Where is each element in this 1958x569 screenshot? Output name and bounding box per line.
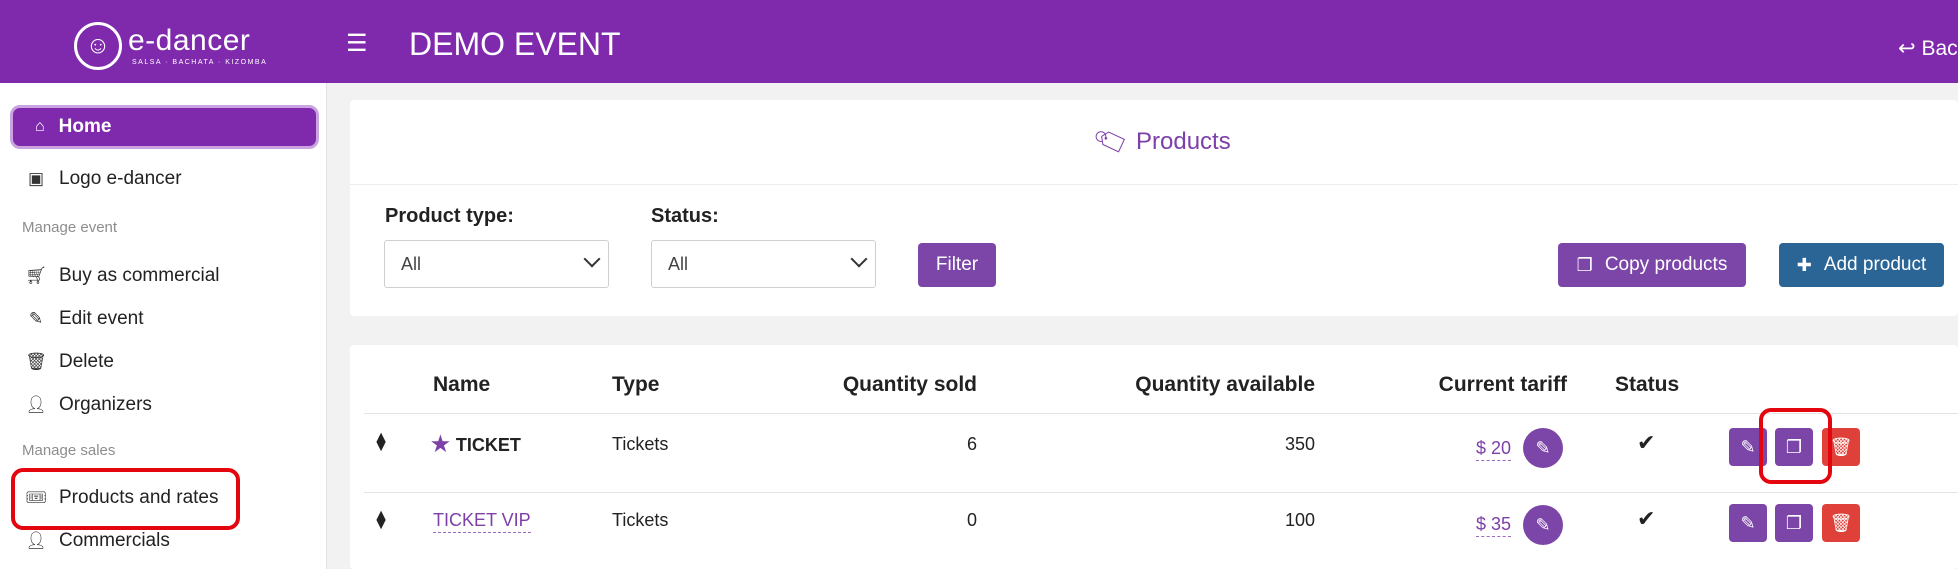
chevron-down-icon [583,250,601,268]
back-button[interactable]: ↩ Bac [1898,36,1958,61]
column-header-current-tariff[interactable]: Current tariff [1400,373,1567,397]
top-bar: ☺ e-dancer SALSA · BACHATA · KIZOMBA ☰ D… [0,0,1958,83]
pencil-icon: ✎ [28,309,44,328]
current-tariff[interactable]: $ 20 [1476,438,1512,461]
status-label: Status: [651,205,719,227]
products-title: Products [1136,127,1231,155]
ticket-icon: 🏷︎ [1090,121,1132,161]
copy-icon: ❐ [1576,254,1593,275]
edit-tariff-button[interactable]: ✎ [1523,428,1563,468]
logo-mark-icon: ☺ [74,22,122,70]
sidebar-item-commercials[interactable]: 👤︎ Commercials [24,530,170,552]
sidebar-item-label: Home [58,116,112,137]
cart-icon: 🛒︎ [25,266,47,285]
user-secret-icon: 👤︎ [25,395,47,414]
sort-handle-icon[interactable]: ▲ ▼ [372,508,390,533]
divider [350,184,1958,185]
pencil-icon: ✎ [1740,512,1756,533]
delete-product-button[interactable]: 🗑︎ [1822,504,1860,542]
pencil-icon: ✎ [1535,514,1551,535]
trash-icon: 🗑︎ [1829,512,1853,533]
edit-product-button[interactable]: ✎ [1729,504,1767,542]
trash-icon: 🗑︎ [1829,436,1853,457]
pencil-icon: ✎ [1535,437,1551,458]
chevron-down-icon [850,250,868,268]
status-value: All [668,253,689,274]
quantity-sold: 0 [966,510,977,530]
back-label: Bac [1921,37,1958,60]
pencil-icon: ✎ [1740,436,1756,457]
add-product-button[interactable]: ✚ Add product [1779,243,1944,287]
product-type: Tickets [612,510,669,530]
trash-icon: 🗑︎ [25,352,47,371]
column-header-quantity-sold[interactable]: Quantity sold [800,373,977,397]
section-manage-sales: Manage sales [22,442,116,459]
copy-product-button[interactable]: ❐ [1775,504,1813,542]
quantity-available: 100 [1284,510,1315,530]
column-header-type[interactable]: Type [612,373,659,397]
product-name[interactable]: ★ TICKET [431,432,521,457]
sidebar-item-edit-event[interactable]: ✎ Edit event [24,308,144,330]
copy-icon: ❐ [1785,512,1803,533]
product-name[interactable]: TICKET VIP [433,510,531,533]
sidebar-item-label: Logo e-dancer [59,168,182,189]
image-icon: ▣ [27,169,45,188]
logo-tagline: SALSA · BACHATA · KIZOMBA [132,59,268,66]
status-check-icon: ✔ [1637,506,1656,531]
current-tariff[interactable]: $ 35 [1476,514,1512,537]
sidebar-item-label: Buy as commercial [59,265,220,286]
sort-handle-icon[interactable]: ▲ ▼ [372,430,390,455]
table-divider [364,492,1958,493]
sidebar-item-delete[interactable]: 🗑︎ Delete [24,351,114,373]
sidebar-item-label: Delete [59,351,114,372]
e-dancer-logo[interactable]: ☺ e-dancer SALSA · BACHATA · KIZOMBA [74,22,267,70]
quantity-available: 350 [1284,434,1315,454]
highlight-products-rates [11,468,240,530]
column-header-quantity-available[interactable]: Quantity available [1080,373,1315,397]
product-type-label: Product type: [385,205,514,227]
home-icon: ⌂ [35,118,45,135]
user-icon: 👤︎ [25,531,47,550]
sidebar-item-organizers[interactable]: 👤︎ Organizers [24,394,152,416]
sidebar-item-buy-commercial[interactable]: 🛒︎ Buy as commercial [24,265,220,287]
copy-products-button[interactable]: ❐ Copy products [1558,243,1746,287]
product-type-value: All [401,253,422,274]
products-heading: 🏷︎ Products [1091,121,1231,160]
column-header-status[interactable]: Status [1615,373,1679,397]
event-title: DEMO EVENT [409,26,621,62]
quantity-sold: 6 [966,434,977,454]
hamburger-icon[interactable]: ☰ [346,32,368,56]
column-header-name[interactable]: Name [433,373,490,397]
status-check-icon: ✔ [1637,430,1656,455]
add-product-label: Add product [1823,254,1927,275]
section-manage-event: Manage event [22,219,118,236]
status-select[interactable]: All [651,240,876,288]
plus-icon: ✚ [1796,254,1812,275]
table-divider [364,413,1958,414]
sidebar-item-label: Organizers [59,394,152,415]
product-type-select[interactable]: All [384,240,609,288]
sidebar-item-logo[interactable]: ▣ Logo e-dancer [24,168,182,190]
star-icon: ★ [431,433,450,456]
copy-products-label: Copy products [1604,254,1728,275]
sidebar-item-home[interactable]: ⌂ Home [10,105,319,149]
sidebar-item-label: Edit event [59,308,144,329]
product-type: Tickets [612,434,669,454]
filter-button[interactable]: Filter [918,243,996,287]
highlight-copy-product [1759,408,1832,484]
back-arrow-icon: ↩ [1898,37,1916,60]
logo-name: e-dancer [128,24,251,57]
sidebar-item-label: Commercials [59,530,170,551]
edit-tariff-button[interactable]: ✎ [1523,505,1563,545]
